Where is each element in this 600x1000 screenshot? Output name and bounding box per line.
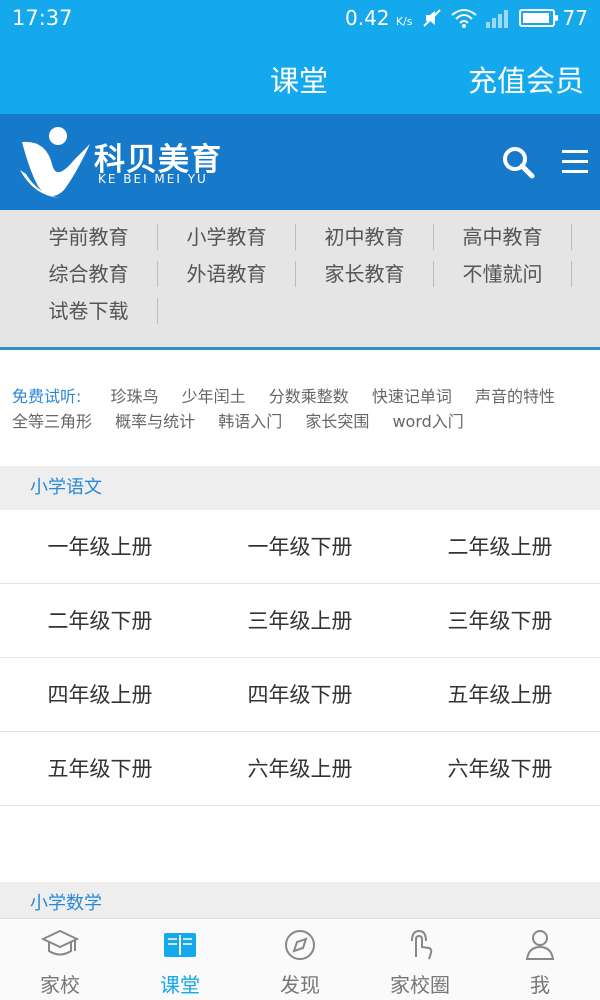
compass-icon (285, 930, 315, 960)
recharge-member-button[interactable]: 充值会员 (468, 58, 584, 100)
free-trial-label: 免费试听: (12, 387, 82, 406)
grade-row: 四年级上册 四年级下册 五年级上册 (0, 658, 600, 732)
brand-bar: 科贝美育 KE BEI MEI YU (0, 114, 600, 210)
status-bar: 17:37 0.42 K/s 77 (0, 0, 600, 40)
grade-row: 二年级下册 三年级上册 三年级下册 (0, 584, 600, 658)
grade-item[interactable]: 三年级下册 (400, 584, 600, 657)
battery-level: 77 (562, 6, 588, 30)
grade-item[interactable]: 二年级上册 (400, 510, 600, 583)
grade-item[interactable]: 四年级上册 (0, 658, 200, 731)
category-row: 试卷下载 (20, 292, 600, 329)
trial-item[interactable]: 家长突围 (305, 412, 369, 431)
category-grid: 学前教育 小学教育 初中教育 高中教育 综合教育 外语教育 家长教育 不懂就问 … (0, 210, 600, 350)
tab-label: 家校 (40, 973, 80, 997)
category-primary[interactable]: 小学教育 (158, 224, 296, 250)
trial-item[interactable]: 分数乘整数 (269, 387, 349, 406)
trial-item[interactable]: 快速记单词 (372, 387, 452, 406)
tab-home-school[interactable]: 家校 (0, 919, 120, 1000)
graduation-cap-icon (41, 929, 79, 956)
page-title: 课堂 (270, 64, 329, 98)
grade-grid: 一年级上册 一年级下册 二年级上册 二年级下册 三年级上册 三年级下册 四年级上… (0, 510, 600, 806)
status-indicators: 0.42 K/s 77 (345, 6, 588, 30)
grade-row: 一年级上册 一年级下册 二年级上册 (0, 510, 600, 584)
tab-label: 我 (530, 973, 550, 997)
category-row: 综合教育 外语教育 家长教育 不懂就问 (20, 255, 600, 292)
section-header-chinese[interactable]: 小学语文 (0, 466, 600, 510)
brand-subtitle: KE BEI MEI YU (98, 172, 208, 186)
battery-icon (518, 9, 558, 27)
tab-label: 家校圈 (390, 973, 450, 997)
mute-icon (422, 9, 441, 27)
trial-item[interactable]: 概率与统计 (115, 412, 195, 431)
grade-item[interactable]: 四年级下册 (200, 658, 400, 731)
status-time: 17:37 (12, 6, 73, 30)
free-trial-list: 免费试听: 珍珠鸟 少年闰土 分数乘整数 快速记单词 声音的特性 全等三角形 概… (0, 370, 600, 460)
grade-row: 五年级下册 六年级上册 六年级下册 (0, 732, 600, 806)
category-ask[interactable]: 不懂就问 (434, 261, 572, 287)
trial-item[interactable]: 全等三角形 (12, 412, 92, 431)
tab-classroom[interactable]: 课堂 (120, 919, 240, 1000)
tab-school-circle[interactable]: 家校圈 (360, 919, 480, 1000)
menu-icon[interactable] (560, 146, 590, 176)
tab-label: 发现 (280, 973, 320, 997)
logo-icon (20, 127, 90, 198)
wifi-icon (450, 9, 477, 28)
trial-item[interactable]: word入门 (392, 412, 463, 431)
grade-item[interactable]: 五年级上册 (400, 658, 600, 731)
tab-discover[interactable]: 发现 (240, 919, 360, 1000)
signal-icon (485, 10, 508, 28)
bottom-tab-bar: 家校 课堂 发现 家校圈 我 (0, 918, 600, 1000)
trial-item[interactable]: 珍珠鸟 (111, 387, 159, 406)
grade-item[interactable]: 三年级上册 (200, 584, 400, 657)
trial-item[interactable]: 声音的特性 (475, 387, 555, 406)
tab-label: 课堂 (160, 973, 200, 997)
grade-item[interactable]: 一年级上册 (0, 510, 200, 583)
category-exam-download[interactable]: 试卷下载 (20, 298, 158, 324)
person-icon (525, 930, 555, 960)
network-speed: 0.42 K/s (345, 6, 413, 30)
category-senior-high[interactable]: 高中教育 (434, 224, 572, 250)
grade-item[interactable]: 一年级下册 (200, 510, 400, 583)
book-icon (164, 933, 196, 957)
search-icon[interactable] (500, 144, 536, 180)
grade-item[interactable]: 六年级上册 (200, 732, 400, 805)
grade-item[interactable]: 二年级下册 (0, 584, 200, 657)
grade-item[interactable]: 五年级下册 (0, 732, 200, 805)
category-junior-high[interactable]: 初中教育 (296, 224, 434, 250)
category-row: 学前教育 小学教育 初中教育 高中教育 (20, 218, 600, 255)
title-bar: 课堂 充值会员 (0, 40, 600, 114)
category-preschool[interactable]: 学前教育 (20, 224, 158, 250)
category-general[interactable]: 综合教育 (20, 261, 158, 287)
tab-me[interactable]: 我 (480, 919, 600, 1000)
trial-item[interactable]: 少年闰土 (182, 387, 246, 406)
category-parent[interactable]: 家长教育 (296, 261, 434, 287)
touch-icon (411, 929, 433, 960)
category-foreign-language[interactable]: 外语教育 (158, 261, 296, 287)
trial-item[interactable]: 韩语入门 (218, 412, 282, 431)
grade-item[interactable]: 六年级下册 (400, 732, 600, 805)
